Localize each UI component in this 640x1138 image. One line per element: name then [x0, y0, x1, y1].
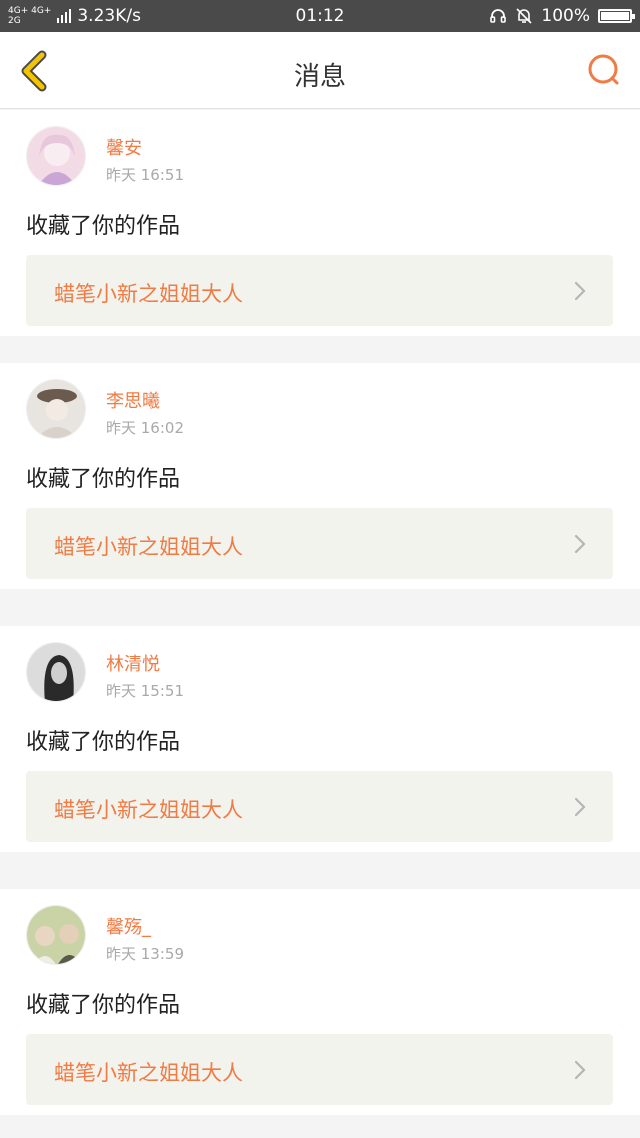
bell-muted-icon — [516, 8, 532, 24]
chevron-right-icon — [574, 1060, 586, 1080]
avatar-image — [27, 643, 85, 701]
action-text: 收藏了你的作品 — [26, 730, 181, 755]
action-text: 收藏了你的作品 — [26, 993, 181, 1018]
back-button[interactable] — [14, 50, 54, 92]
network-top-label: 4G+ 4G+ — [8, 6, 52, 16]
username[interactable]: 李思曦 — [106, 387, 160, 413]
search-icon — [588, 54, 619, 85]
timestamp: 昨天 16:51 — [106, 166, 184, 184]
message-card: 馨安 昨天 16:51 收藏了你的作品 蜡笔小新之姐姐大人 — [0, 110, 640, 336]
avatar[interactable] — [26, 379, 86, 439]
status-bar: 4G+ 4G+ 2G 3.23K/s 01:12 100% — [0, 0, 640, 32]
battery-fill — [601, 12, 629, 20]
battery-icon — [598, 9, 635, 23]
work-title: 蜡笔小新之姐姐大人 — [54, 282, 243, 306]
username[interactable]: 馨安 — [106, 134, 142, 160]
status-left: 4G+ 4G+ 2G 3.23K/s — [8, 0, 141, 32]
timestamp: 昨天 16:02 — [106, 419, 184, 437]
chevron-right-icon — [574, 534, 586, 554]
work-title: 蜡笔小新之姐姐大人 — [54, 535, 243, 559]
battery-percent: 100% — [541, 6, 590, 26]
work-title: 蜡笔小新之姐姐大人 — [54, 798, 243, 822]
signal-bars-icon — [57, 9, 72, 23]
username[interactable]: 林清悦 — [106, 650, 160, 676]
headset-icon — [490, 9, 507, 23]
status-right: 100% — [489, 0, 635, 32]
avatar[interactable] — [26, 905, 86, 965]
timestamp: 昨天 13:59 — [106, 945, 184, 963]
timestamp: 昨天 15:51 — [106, 682, 184, 700]
work-link[interactable]: 蜡笔小新之姐姐大人 — [26, 771, 613, 842]
page-title-wrap: 消息 — [0, 56, 640, 93]
chevron-right-icon — [574, 797, 586, 817]
work-link[interactable]: 蜡笔小新之姐姐大人 — [26, 255, 613, 326]
avatar[interactable] — [26, 126, 86, 186]
network-speed: 3.23K/s — [77, 6, 141, 26]
network-bottom-label: 2G — [8, 16, 21, 26]
avatar-image — [27, 906, 85, 964]
action-text: 收藏了你的作品 — [26, 467, 181, 492]
work-link[interactable]: 蜡笔小新之姐姐大人 — [26, 508, 613, 579]
username[interactable]: 馨殇_ — [106, 913, 151, 939]
avatar-image — [27, 380, 85, 438]
chevron-right-icon — [574, 281, 586, 301]
search-button[interactable] — [586, 52, 624, 90]
avatar-image — [27, 127, 85, 185]
chevron-left-icon — [21, 50, 47, 92]
page-title: 消息 — [293, 62, 346, 92]
message-card: 林清悦 昨天 15:51 收藏了你的作品 蜡笔小新之姐姐大人 — [0, 626, 640, 852]
avatar[interactable] — [26, 642, 86, 702]
network-indicator: 4G+ 4G+ 2G — [8, 6, 51, 26]
work-link[interactable]: 蜡笔小新之姐姐大人 — [26, 1034, 613, 1105]
header: 消息 — [0, 32, 640, 109]
action-text: 收藏了你的作品 — [26, 214, 181, 239]
message-card: 李思曦 昨天 16:02 收藏了你的作品 蜡笔小新之姐姐大人 — [0, 363, 640, 589]
work-title: 蜡笔小新之姐姐大人 — [54, 1061, 243, 1085]
message-card: 馨殇_ 昨天 13:59 收藏了你的作品 蜡笔小新之姐姐大人 — [0, 889, 640, 1115]
